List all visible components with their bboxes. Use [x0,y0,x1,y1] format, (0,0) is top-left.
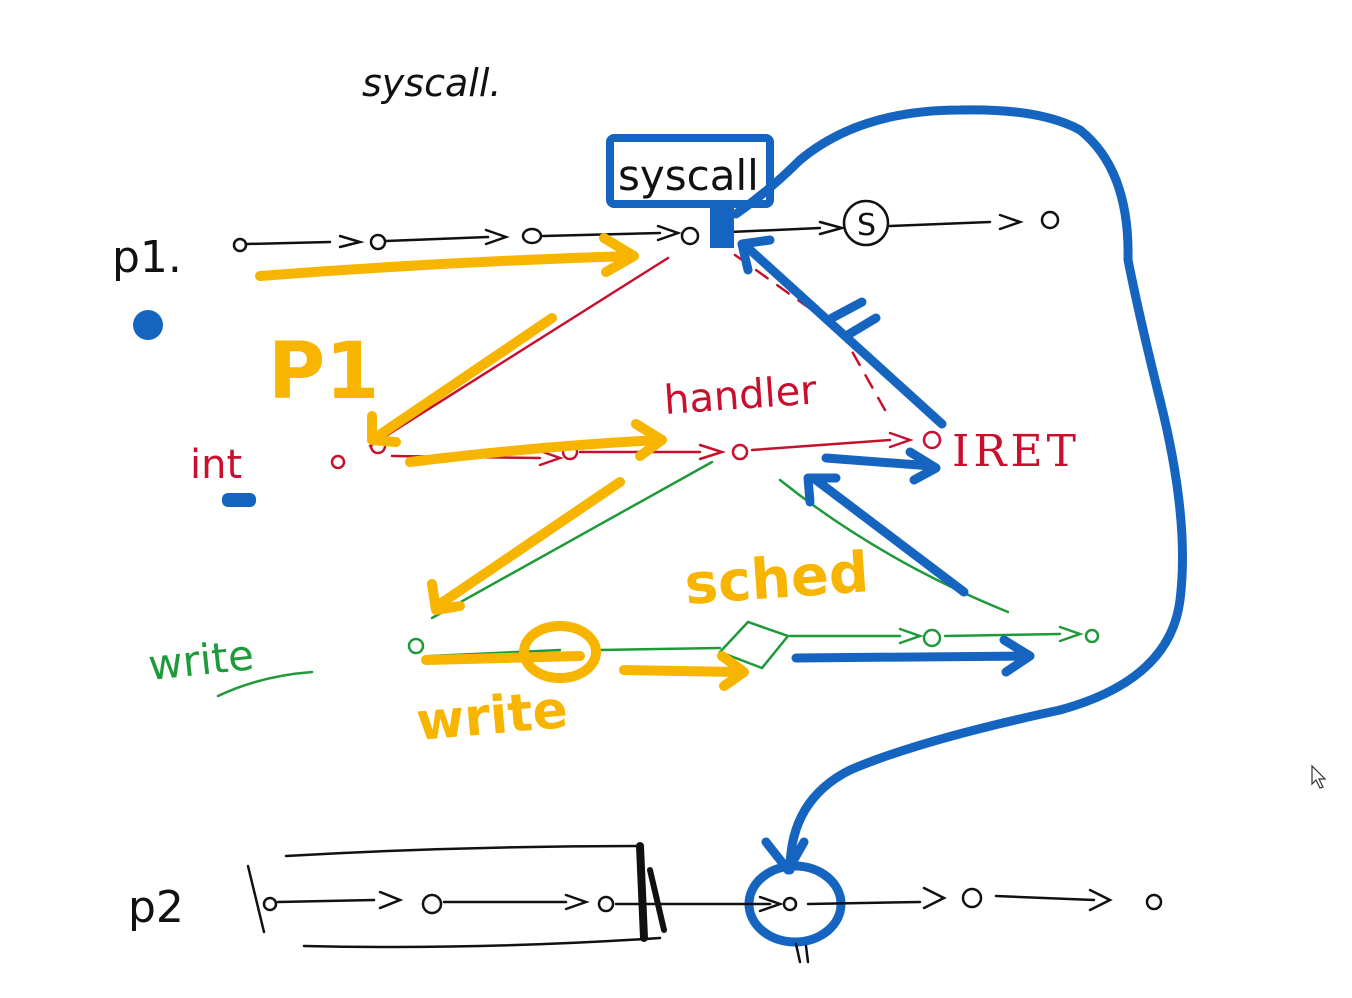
p1-timeline: p1. S [112,199,1060,283]
write-node-3 [1084,628,1100,644]
syscall-box-label: syscall [618,151,759,200]
yellow-arrow-down-to-write [435,477,625,609]
p1-label: p1. [112,232,182,283]
p2-label: p2 [128,882,184,933]
p2-node-3 [597,895,615,913]
yellow-arrow-p1 [255,251,635,281]
yellow-arrow-down-to-int [373,313,557,441]
top-note: syscall. [362,61,501,105]
p1-yellow-label: P1 [268,327,379,417]
p2-node-4 [782,896,798,912]
write-label: write [146,630,256,690]
p1-node-4 [680,226,700,246]
blue-arrow-sched-right [791,651,1031,663]
write-node-2 [922,628,942,648]
int-node-1 [330,454,346,470]
write-yellow-label: write [414,680,570,753]
p1-node-3 [521,227,543,245]
p1-node-5 [1040,210,1060,230]
whiteboard-canvas: syscall. p1. S syscall P1 int handler IR… [112,61,1327,964]
blue-dash [222,493,256,507]
iret-label: IRET [952,426,1080,477]
sched-yellow-label: sched [682,540,871,618]
yellow-arrow-to-sched [619,665,745,677]
p2-node-6 [1145,893,1163,911]
blue-strokes [731,105,1187,947]
write-node-1 [407,637,425,655]
p2-node-2 [421,893,443,915]
mouse-pointer-icon [1311,764,1327,789]
int-label: int [190,442,242,488]
yellow-arrow-write [421,651,585,665]
p2-timeline: p2 [128,842,1163,964]
int-node-4 [731,443,749,461]
blue-dot [133,310,163,340]
p2-node-1 [262,896,278,912]
p1-node-1 [232,237,248,253]
p2-node-5 [961,887,983,909]
int-node-5 [922,430,942,450]
p1-node-2 [369,233,387,251]
handler-label: handler [662,367,818,424]
s-marker: S [857,208,876,243]
